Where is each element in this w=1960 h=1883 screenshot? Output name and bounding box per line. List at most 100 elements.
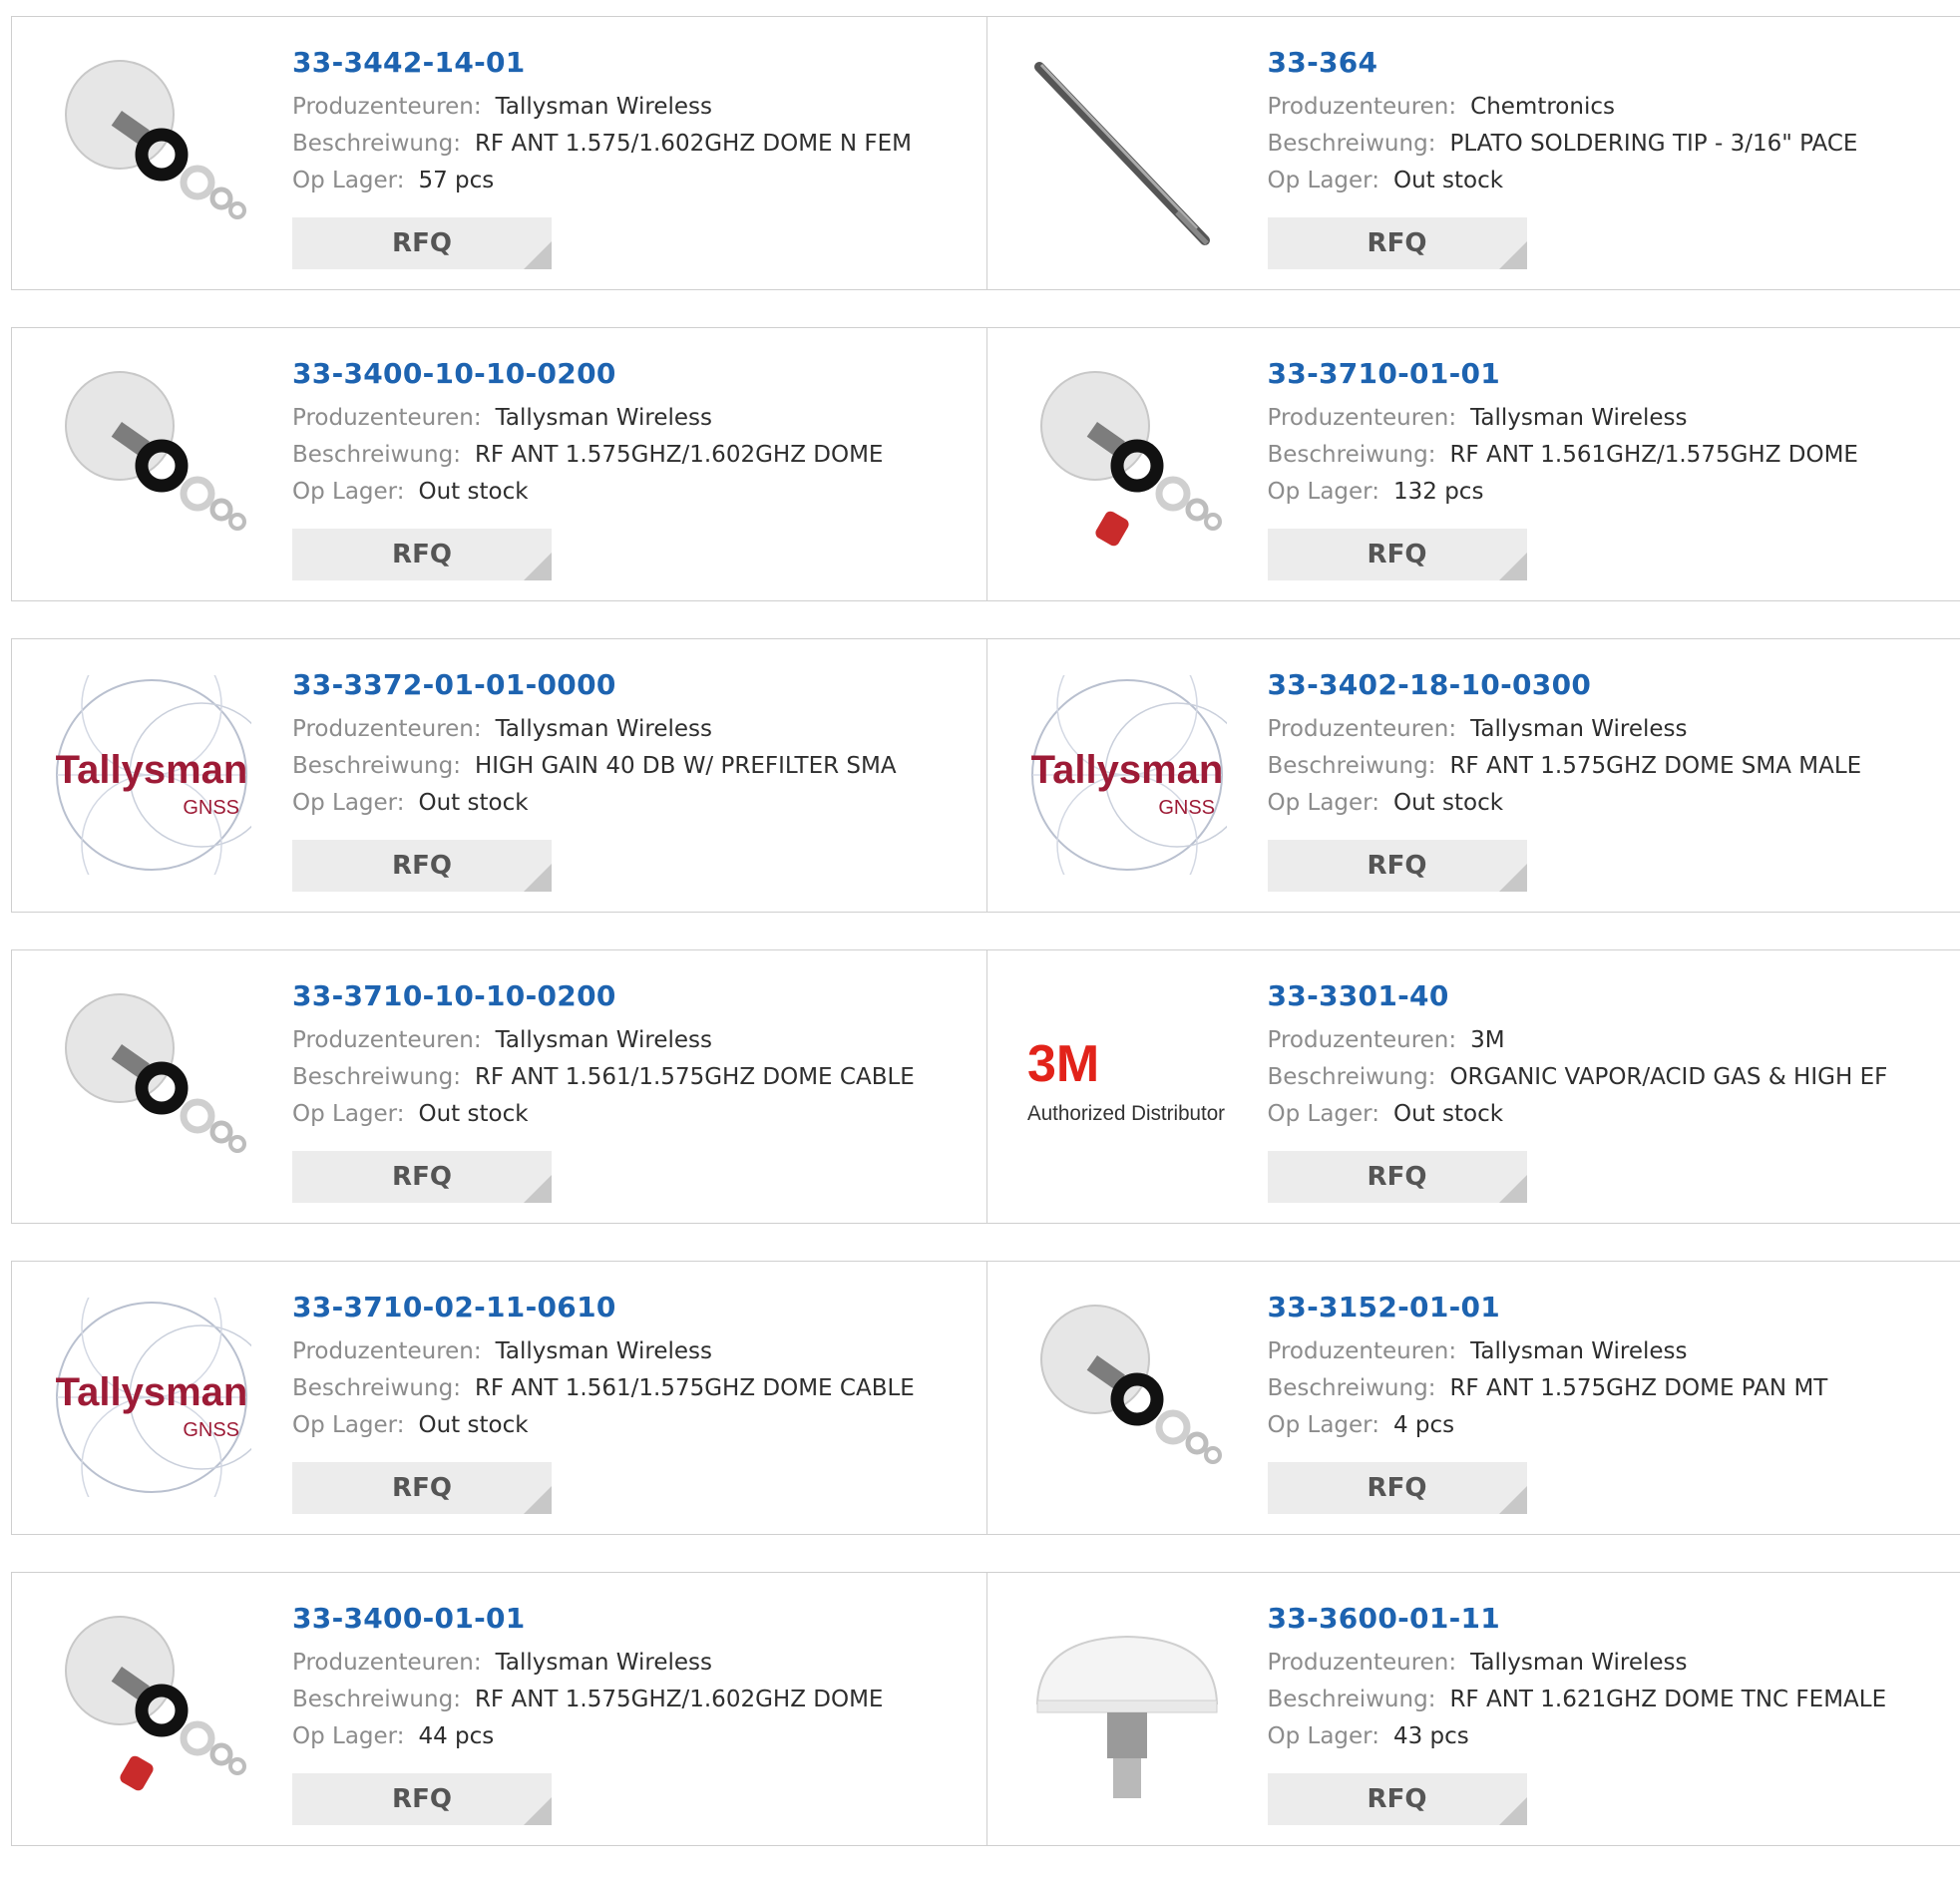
rfq-button[interactable]: RFQ (292, 1462, 552, 1514)
description-label: Beschreiwung: (1268, 1375, 1436, 1401)
stock-value: Out stock (418, 790, 528, 816)
stock-label: Op Lager: (1268, 479, 1379, 505)
product-card: 33-3152-01-01 Produzenteuren:Tallysman W… (986, 1262, 1960, 1534)
description-line: Beschreiwung:RF ANT 1.621GHZ DOME TNC FE… (1268, 1682, 1887, 1718)
description-label: Beschreiwung: (292, 1064, 461, 1090)
product-info: 33-3442-14-01 Produzenteuren:Tallysman W… (292, 45, 912, 199)
product-card: 33-3600-01-11 Produzenteuren:Tallysman W… (986, 1573, 1960, 1845)
rfq-corner-decoration (1499, 1797, 1527, 1825)
description-value: RF ANT 1.621GHZ DOME TNC FEMALE (1449, 1687, 1886, 1712)
manufacturer-line: Produzenteuren:Tallysman Wireless (1268, 1333, 1828, 1370)
rfq-button[interactable]: RFQ (1268, 1151, 1527, 1203)
description-label: Beschreiwung: (292, 442, 461, 468)
dome-antenna-image[interactable] (1027, 1609, 1227, 1808)
manufacturer-value: Tallysman Wireless (496, 1650, 712, 1676)
stock-line: Op Lager:Out stock (292, 1407, 915, 1444)
part-number-link[interactable]: 33-3600-01-11 (1268, 1601, 1887, 1645)
product-card: TallysmanGNSS 33-3372-01-01-0000 Produze… (12, 639, 986, 912)
product-row: Tallysman GNSS 33-3372-01-01-0000 Produze… (11, 638, 1960, 913)
manufacturer-line: Produzenteuren:Tallysman Wireless (292, 711, 897, 748)
part-number-link[interactable]: 33-3372-01-01-0000 (292, 667, 897, 711)
rfq-button[interactable]: RFQ (1268, 840, 1527, 892)
stock-value: Out stock (1393, 790, 1503, 816)
description-line: Beschreiwung:RF ANT 1.575GHZ/1.602GHZ DO… (292, 437, 883, 474)
part-number-link[interactable]: 33-3710-10-10-0200 (292, 978, 915, 1022)
product-row: 33-3400-10-10-0200 Produzenteuren:Tallys… (11, 327, 1960, 601)
rfq-button[interactable]: RFQ (292, 529, 552, 580)
manufacturer-label: Produzenteuren: (1268, 1650, 1457, 1676)
stock-label: Op Lager: (1268, 1412, 1379, 1438)
product-info: 33-3600-01-11 Produzenteuren:Tallysman W… (1268, 1601, 1887, 1755)
stock-label: Op Lager: (1268, 168, 1379, 193)
description-line: Beschreiwung:RF ANT 1.575GHZ DOME SMA MA… (1268, 748, 1862, 785)
product-info: 33-3400-10-10-0200 Produzenteuren:Tallys… (292, 356, 883, 511)
manufacturer-line: Produzenteuren:Tallysman Wireless (292, 1333, 915, 1370)
tallysman-logo[interactable]: Tallysman GNSS (1027, 675, 1227, 875)
antenna-kit-image[interactable] (52, 364, 251, 564)
description-value: ORGANIC VAPOR/ACID GAS & HIGH EF (1449, 1064, 1887, 1090)
manufacturer-line: Produzenteuren:Tallysman Wireless (292, 400, 883, 437)
svg-text:Authorized Distributor: Authorized Distributor (1027, 1102, 1225, 1125)
tallysman-logo[interactable]: TallysmanGNSS (52, 1298, 251, 1497)
part-number-link[interactable]: 33-3301-40 (1268, 978, 1888, 1022)
rfq-button[interactable]: RFQ (292, 1151, 552, 1203)
rfq-button[interactable]: RFQ (1268, 1462, 1527, 1514)
svg-text:GNSS: GNSS (183, 797, 239, 819)
antenna-kit-image[interactable] (1027, 1298, 1227, 1497)
manufacturer-value: Tallysman Wireless (496, 1338, 712, 1364)
manufacturer-value: Chemtronics (1470, 94, 1615, 120)
description-value: RF ANT 1.575/1.602GHZ DOME N FEM (475, 131, 912, 157)
product-row: 33-3400-01-01 Produzenteuren:Tallysman W… (11, 1572, 1960, 1846)
part-number-link[interactable]: 33-3152-01-01 (1268, 1290, 1828, 1333)
rfq-button[interactable]: RFQ (1268, 529, 1527, 580)
product-info: 33-3402-18-10-0300 Produzenteuren:Tallys… (1268, 667, 1862, 822)
rfq-button[interactable]: RFQ (1268, 217, 1527, 269)
rfq-button[interactable]: RFQ (1268, 1773, 1527, 1825)
part-number-link[interactable]: 33-3402-18-10-0300 (1268, 667, 1862, 711)
manufacturer-label: Produzenteuren: (1268, 94, 1457, 120)
rfq-button[interactable]: RFQ (292, 217, 552, 269)
manufacturer-line: Produzenteuren:Tallysman Wireless (292, 1022, 915, 1059)
part-number-link[interactable]: 33-3710-01-01 (1268, 356, 1858, 400)
stock-line: Op Lager:57 pcs (292, 163, 912, 199)
manufacturer-line: Produzenteuren:Tallysman Wireless (1268, 1645, 1887, 1682)
stock-label: Op Lager: (292, 168, 404, 193)
antenna-kit-image[interactable] (52, 53, 251, 252)
stock-line: Op Lager:Out stock (1268, 785, 1862, 822)
rfq-corner-decoration (1499, 864, 1527, 892)
manufacturer-value: Tallysman Wireless (496, 1027, 712, 1053)
part-number-link[interactable]: 33-3400-10-10-0200 (292, 356, 883, 400)
svg-text:GNSS: GNSS (1158, 797, 1215, 819)
description-label: Beschreiwung: (1268, 753, 1436, 779)
rfq-button-label: RFQ (392, 228, 452, 258)
stock-label: Op Lager: (292, 1412, 404, 1438)
part-number-link[interactable]: 33-3710-02-11-0610 (292, 1290, 915, 1333)
manufacturer-label: Produzenteuren: (1268, 1338, 1457, 1364)
stock-line: Op Lager:Out stock (292, 1096, 915, 1133)
antenna-kit-cap-image[interactable] (52, 1609, 251, 1808)
manufacturer-label: Produzenteuren: (1268, 716, 1457, 742)
3m-logo[interactable]: 3MAuthorized Distributor (1027, 986, 1227, 1186)
svg-text:Tallysman: Tallysman (1030, 748, 1223, 792)
part-number-link[interactable]: 33-364 (1268, 45, 1858, 89)
description-label: Beschreiwung: (1268, 1064, 1436, 1090)
part-number-link[interactable]: 33-3400-01-01 (292, 1601, 883, 1645)
rfq-button-label: RFQ (392, 1473, 452, 1503)
antenna-kit-image[interactable] (52, 986, 251, 1186)
soldering-tip-image[interactable] (1027, 53, 1227, 252)
tallysman-logo[interactable]: TallysmanGNSS (52, 675, 251, 875)
product-info: 33-3301-40 Produzenteuren:3M Beschreiwun… (1268, 978, 1888, 1133)
description-value: RF ANT 1.575GHZ/1.602GHZ DOME (475, 1687, 884, 1712)
rfq-button-label: RFQ (392, 540, 452, 569)
rfq-button-label: RFQ (1368, 1784, 1427, 1814)
stock-line: Op Lager:Out stock (1268, 1096, 1888, 1133)
description-line: Beschreiwung:RF ANT 1.575/1.602GHZ DOME … (292, 126, 912, 163)
rfq-button[interactable]: RFQ (292, 1773, 552, 1825)
part-number-link[interactable]: 33-3442-14-01 (292, 45, 912, 89)
stock-value: Out stock (1393, 168, 1503, 193)
antenna-kit-cap-image[interactable] (1027, 364, 1227, 564)
product-card: 33-3400-10-10-0200 Produzenteuren:Tallys… (12, 328, 986, 600)
description-line: Beschreiwung: ORGANIC VAPOR/ACID GAS & HI… (1268, 1059, 1888, 1096)
rfq-button[interactable]: RFQ (292, 840, 552, 892)
stock-line: Op Lager:Out stock (292, 474, 883, 511)
